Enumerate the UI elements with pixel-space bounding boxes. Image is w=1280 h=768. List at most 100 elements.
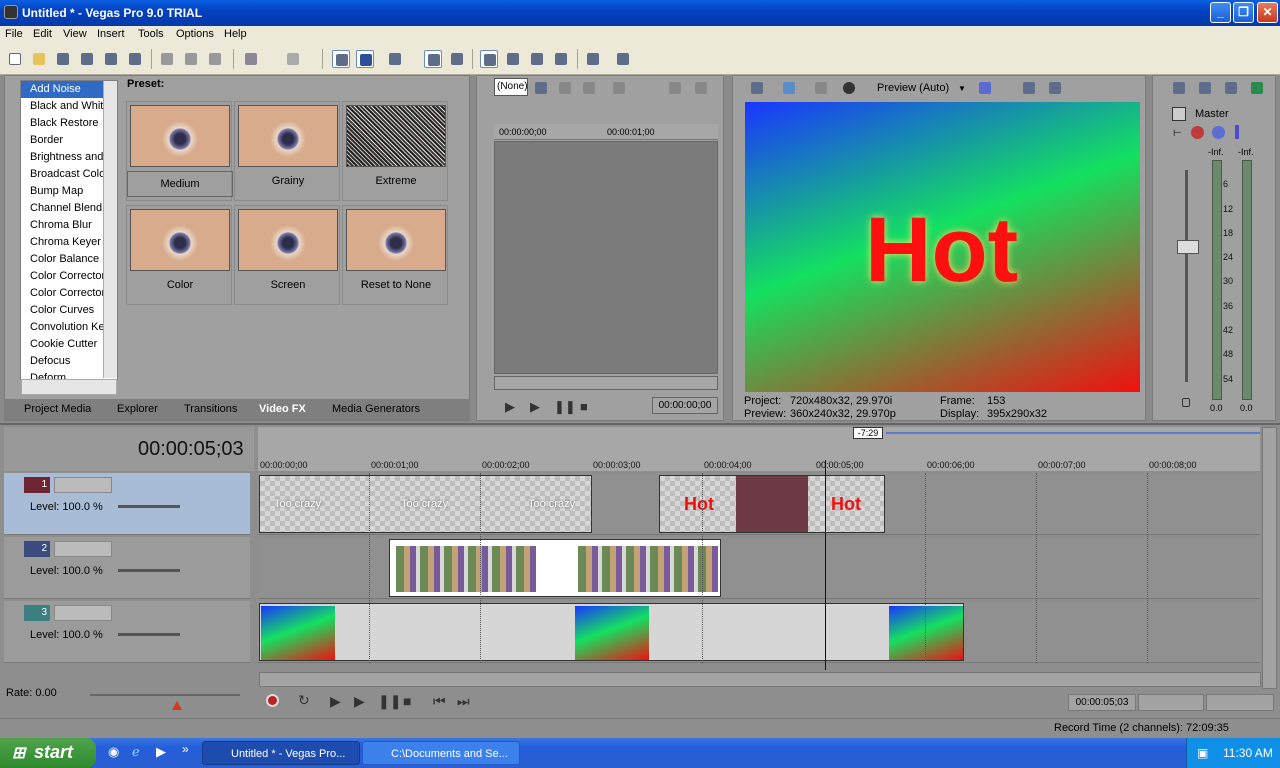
master-fx-icon[interactable] xyxy=(1191,126,1204,139)
preset-extreme[interactable]: Extreme xyxy=(342,101,448,201)
mixer-downmix-icon[interactable] xyxy=(1196,79,1214,97)
maximize-button[interactable]: ❐ xyxy=(1233,2,1254,23)
brush-icon[interactable] xyxy=(584,50,602,68)
tab-project-media[interactable]: Project Media xyxy=(24,400,91,419)
go-to-start-icon[interactable]: ⏮ xyxy=(433,693,446,710)
copy-icon[interactable] xyxy=(182,50,200,68)
new-icon[interactable] xyxy=(6,50,24,68)
quicklaunch-icon[interactable]: ◉ xyxy=(108,744,119,760)
record-icon[interactable] xyxy=(266,694,279,707)
auto-crossfade-icon[interactable] xyxy=(356,50,374,68)
mixer-insert-bus-icon[interactable] xyxy=(1248,79,1266,97)
trimmer-sync-icon[interactable] xyxy=(666,79,684,97)
paste-icon[interactable] xyxy=(206,50,224,68)
rate-slider[interactable] xyxy=(90,694,240,696)
trimmer-tool-icon[interactable] xyxy=(556,79,574,97)
trimmer-region-icon[interactable] xyxy=(692,79,710,97)
cut-icon[interactable] xyxy=(158,50,176,68)
master-mute-icon[interactable] xyxy=(1212,126,1225,139)
overlays-icon[interactable] xyxy=(976,79,994,97)
menu-insert[interactable]: Insert xyxy=(97,28,125,40)
normal-edit-tool-icon[interactable] xyxy=(480,50,498,68)
master-solo-icon[interactable] xyxy=(1235,125,1239,139)
pause-icon[interactable]: ❚❚ xyxy=(378,693,401,710)
taskbar-item-vegas[interactable]: Untitled * - Vegas Pro... xyxy=(202,741,360,765)
open-icon[interactable] xyxy=(30,50,48,68)
trimmer-add-icon[interactable] xyxy=(532,79,550,97)
copy-snapshot-icon[interactable] xyxy=(1020,79,1038,97)
go-to-end-icon[interactable]: ⏭ xyxy=(457,693,470,710)
split-screen-icon[interactable] xyxy=(840,79,858,97)
level-slider[interactable] xyxy=(118,505,180,508)
track-name-field[interactable] xyxy=(54,605,112,621)
timeline-vertical-scrollbar[interactable] xyxy=(1262,427,1277,689)
timeline-horizontal-scrollbar[interactable] xyxy=(259,672,1261,687)
trimmer-marker-icon[interactable] xyxy=(610,79,628,97)
menu-options[interactable]: Options xyxy=(176,28,214,40)
menu-edit[interactable]: Edit xyxy=(33,28,52,40)
trimmer-play-from-start-icon[interactable]: ▶ xyxy=(530,399,540,415)
preset-screen[interactable]: Screen xyxy=(234,205,340,305)
save-snapshot-icon[interactable] xyxy=(1046,79,1064,97)
clock[interactable]: 11:30 AM xyxy=(1223,746,1273,760)
level-slider[interactable] xyxy=(118,633,180,636)
level-slider[interactable] xyxy=(118,569,180,572)
zoom-tool-icon[interactable] xyxy=(552,50,570,68)
trimmer-play-icon[interactable]: ▶ xyxy=(505,399,515,415)
lock-envelopes-icon[interactable] xyxy=(424,50,442,68)
external-monitor-icon[interactable] xyxy=(780,79,798,97)
gradient-clip[interactable] xyxy=(259,603,964,661)
play-icon[interactable]: ▶ xyxy=(354,693,365,710)
mixer-dim-icon[interactable] xyxy=(1222,79,1240,97)
master-fx-chain-icon[interactable]: ⊢ xyxy=(1173,128,1182,139)
properties-icon[interactable] xyxy=(126,50,144,68)
trimmer-pause-icon[interactable]: ❚❚ xyxy=(554,399,576,415)
preview-fx-icon[interactable] xyxy=(812,79,830,97)
network-icon[interactable]: ▣ xyxy=(1197,746,1208,760)
track-name-field[interactable] xyxy=(54,541,112,557)
start-button[interactable]: ⊞ start xyxy=(0,738,96,768)
track-header-2[interactable]: 2 Level: 100.0 % xyxy=(4,537,250,599)
ignore-grouping-icon[interactable] xyxy=(448,50,466,68)
trimmer-waveform-area[interactable] xyxy=(494,141,718,374)
menu-file[interactable]: File xyxy=(5,28,23,40)
preset-medium[interactable]: Medium xyxy=(126,101,233,201)
chevron-down-icon[interactable]: ▼ xyxy=(958,84,966,93)
fx-list-vertical-scrollbar[interactable] xyxy=(103,81,117,378)
media-player-icon[interactable]: ▶ xyxy=(156,744,166,760)
lock-icon[interactable] xyxy=(1182,398,1190,407)
track-header-3[interactable]: 3 Level: 100.0 % xyxy=(4,601,250,663)
trimmer-stop-icon[interactable]: ■ xyxy=(580,399,588,414)
menu-tools[interactable]: Tools xyxy=(138,28,164,40)
undo-icon[interactable] xyxy=(242,50,260,68)
preset-reset-to-none[interactable]: Reset to None xyxy=(342,205,448,305)
preview-quality-dropdown[interactable]: Preview (Auto) xyxy=(877,82,949,94)
redo-icon[interactable] xyxy=(284,50,302,68)
master-bus-icon[interactable] xyxy=(1172,107,1186,121)
envelope-tool-icon[interactable] xyxy=(504,50,522,68)
tab-media-generators[interactable]: Media Generators xyxy=(332,400,420,419)
fx-list-horizontal-scrollbar[interactable] xyxy=(21,379,117,395)
text-clip[interactable]: Too crazy Too crazy Too crazy xyxy=(259,475,592,533)
hot-text-clip[interactable]: Hot Hot xyxy=(659,475,885,533)
trimmer-media-dropdown[interactable]: (None) xyxy=(494,78,528,96)
cartoon-image-clip[interactable] xyxy=(389,539,721,597)
tab-explorer[interactable]: Explorer xyxy=(117,400,158,419)
preset-color[interactable]: Color xyxy=(126,205,232,305)
play-from-start-icon[interactable]: ▶ xyxy=(330,693,341,710)
track-name-field[interactable] xyxy=(54,477,112,493)
vegas-app-icon[interactable] xyxy=(4,5,18,19)
preset-grainy[interactable]: Grainy xyxy=(234,101,340,201)
render-icon[interactable] xyxy=(102,50,120,68)
taskbar-item-explorer[interactable]: C:\Documents and Se... xyxy=(362,741,520,765)
enable-snapping-icon[interactable] xyxy=(332,50,350,68)
stop-icon[interactable]: ■ xyxy=(403,693,411,709)
minimize-button[interactable]: _ xyxy=(1210,2,1231,23)
selection-tool-icon[interactable] xyxy=(528,50,546,68)
ripple-edit-icon[interactable] xyxy=(386,50,404,68)
quicklaunch-chevron[interactable]: » xyxy=(182,742,189,756)
track-header-1[interactable]: 1 Level: 100.0 % xyxy=(4,473,250,535)
trimmer-horizontal-scrollbar[interactable] xyxy=(494,376,718,390)
close-button[interactable]: ✕ xyxy=(1257,2,1278,23)
menu-help[interactable]: Help xyxy=(224,28,247,40)
